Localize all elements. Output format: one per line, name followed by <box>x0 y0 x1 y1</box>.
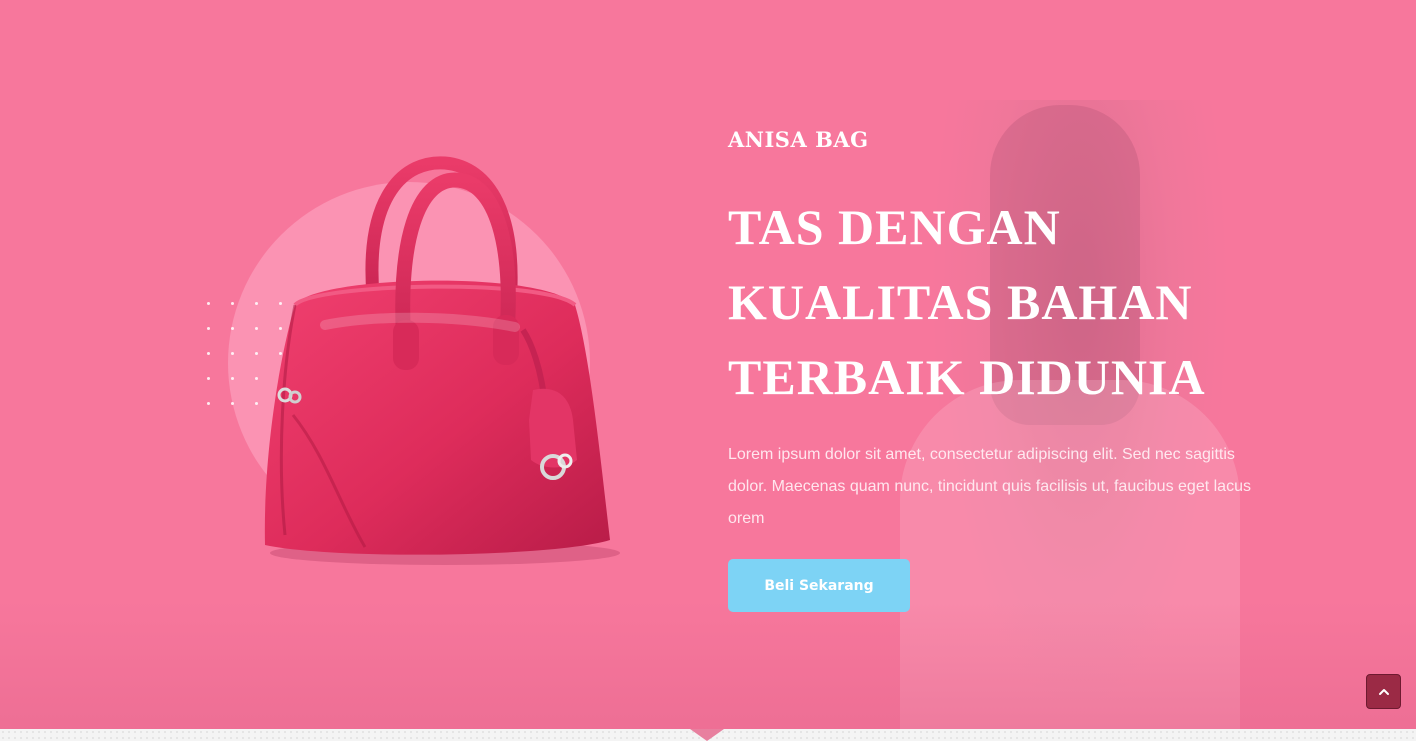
hero-content: ANISA BAG TAS DENGAN KUALITAS BAHAN TERB… <box>728 124 1288 535</box>
buy-now-button[interactable]: Beli Sekarang <box>728 559 910 612</box>
headline-line: KUALITAS BAHAN <box>728 274 1193 330</box>
hero-headline: TAS DENGAN KUALITAS BAHAN TERBAIK DIDUNI… <box>728 190 1288 415</box>
chevron-up-icon <box>1378 688 1389 695</box>
section-divider-arrow <box>690 729 724 741</box>
handbag-image <box>255 155 625 575</box>
headline-line: TAS DENGAN <box>728 199 1061 255</box>
headline-line: TERBAIK DIDUNIA <box>728 349 1206 405</box>
hero-section: ANISA BAG TAS DENGAN KUALITAS BAHAN TERB… <box>0 0 1416 729</box>
scroll-to-top-button[interactable] <box>1366 674 1401 709</box>
hero-description: Lorem ipsum dolor sit amet, consectetur … <box>728 446 1251 527</box>
background-haze <box>0 600 1416 729</box>
brand-name: ANISA BAG <box>728 127 869 152</box>
